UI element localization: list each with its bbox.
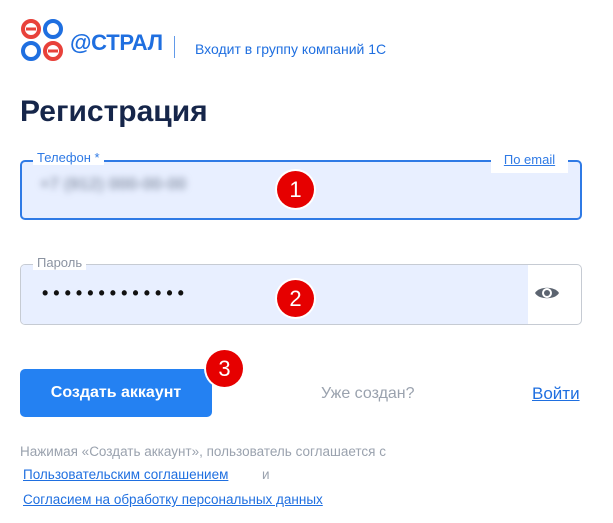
legal-and-text: и xyxy=(262,467,270,482)
step-marker-1: 1 xyxy=(277,171,314,208)
step-marker-2: 2 xyxy=(277,280,314,317)
eye-icon[interactable] xyxy=(534,283,560,303)
password-label: Пароль xyxy=(33,255,87,270)
phone-label: Телефон * xyxy=(33,150,104,165)
legal-text: Нажимая «Создать аккаунт», пользователь … xyxy=(20,444,386,459)
brand-name: @СТРАЛ xyxy=(70,30,163,55)
astral-logo-icon xyxy=(21,19,63,61)
step-marker-3: 3 xyxy=(206,350,243,387)
data-consent-link[interactable]: Согласием на обработку персональных данн… xyxy=(23,492,323,507)
page-title: Регистрация xyxy=(20,95,208,128)
create-account-button[interactable]: Создать аккаунт xyxy=(20,369,212,417)
header-divider xyxy=(174,36,175,58)
user-agreement-link[interactable]: Пользовательским соглашением xyxy=(23,467,228,482)
switch-to-email-link[interactable]: По email xyxy=(491,151,568,173)
already-created-text: Уже создан? xyxy=(321,385,415,402)
group-text: Входит в группу компаний 1С xyxy=(195,41,387,57)
phone-value: +7 (912) 000-00-00 xyxy=(40,176,187,193)
password-value: ••••••••••••• xyxy=(42,283,189,303)
login-link[interactable]: Войти xyxy=(532,384,580,404)
